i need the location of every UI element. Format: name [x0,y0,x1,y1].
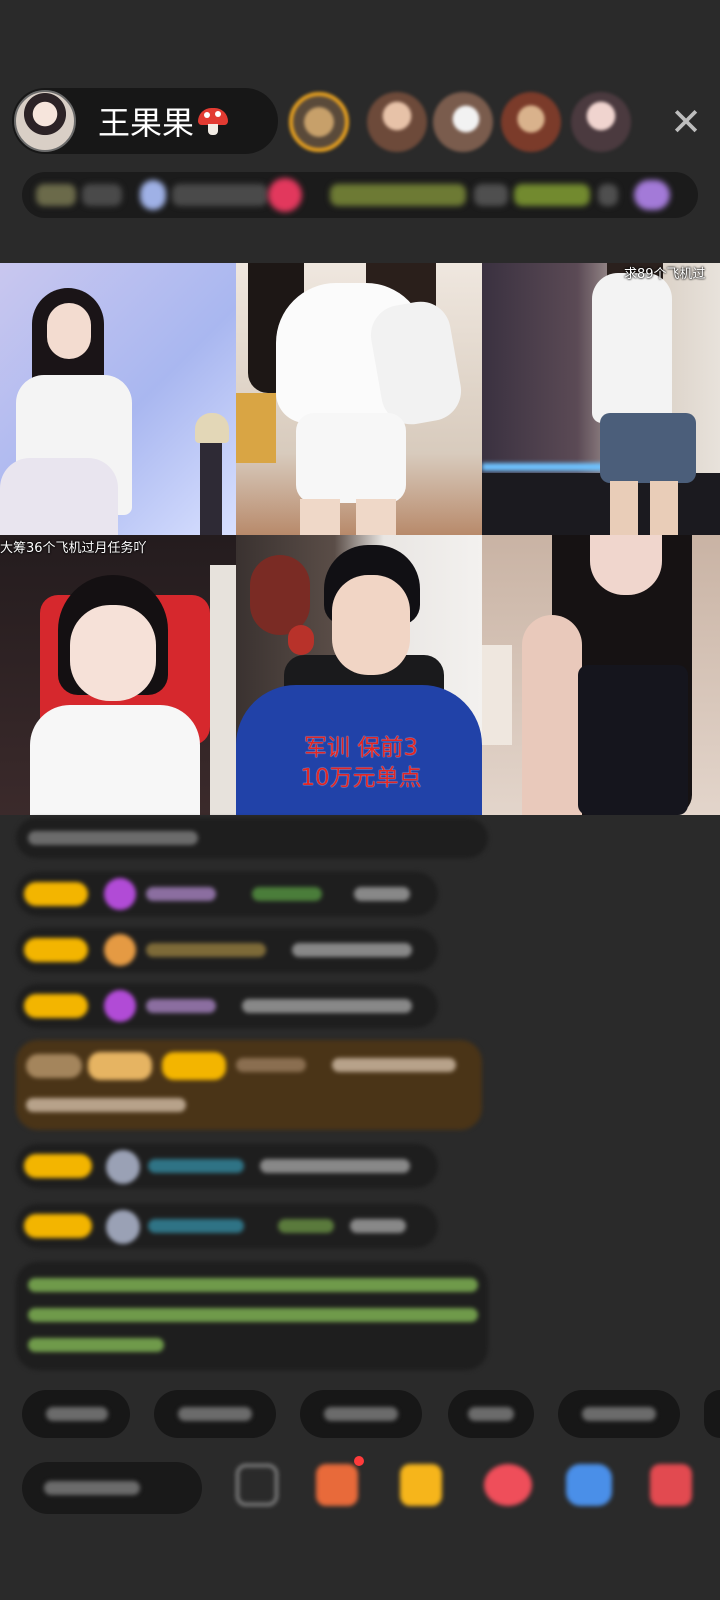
host-info-pill[interactable]: 王果果 [12,88,278,154]
stream-tile-1[interactable] [0,263,236,535]
chat-message [16,1204,438,1248]
quick-action-button-4[interactable] [448,1390,534,1438]
stream-info-bar[interactable] [22,172,698,218]
chat-message [16,1040,482,1130]
multi-stream-grid: 求89个飞机过 大筹36个飞机过月任务吖 军训 保前3 10万元单点 [0,263,720,815]
quick-action-button-1[interactable] [22,1390,130,1438]
chat-input[interactable] [22,1462,202,1514]
system-notice [16,1262,488,1370]
stream-tile-3-caption: 求89个飞机过 [624,267,706,282]
viewer-avatar-1[interactable] [289,92,349,152]
game-icon[interactable] [566,1464,612,1506]
stream-tile-5[interactable]: 军训 保前3 10万元单点 [236,535,482,815]
close-icon[interactable]: ✕ [664,100,708,144]
gift-box-icon[interactable] [316,1464,358,1506]
host-avatar[interactable] [14,90,76,152]
viewer-avatar-4[interactable] [501,92,561,152]
stream-tile-2[interactable] [236,263,482,535]
overlay-line-1: 军训 保前3 [304,735,418,761]
host-name: 王果果 [98,104,195,142]
gift-icon[interactable] [650,1464,692,1506]
viewer-avatar-2[interactable] [367,92,427,152]
chat-message [16,1144,438,1188]
quick-action-button-5[interactable] [558,1390,680,1438]
chat-message [16,872,438,916]
stream-tile-4-caption: 大筹36个飞机过月任务吖 [0,541,147,556]
red-envelope-icon[interactable] [484,1464,532,1506]
stream-tile-4[interactable]: 大筹36个飞机过月任务吖 [0,535,236,815]
viewer-avatar-5[interactable] [571,92,631,152]
more-icon[interactable] [236,1464,278,1506]
stream-tile-3[interactable]: 求89个飞机过 [482,263,720,535]
stream-tile-5-overlay: 军训 保前3 10万元单点 [286,733,436,793]
chat-message [16,984,438,1028]
quick-action-button-2[interactable] [154,1390,276,1438]
notification-dot-icon [354,1456,364,1466]
chat-message [16,928,438,972]
chat-message [16,818,488,858]
quick-action-button-6[interactable] [704,1390,720,1438]
stream-tile-6[interactable] [482,535,720,815]
mushroom-icon [198,106,229,136]
viewer-avatar-3[interactable] [433,92,493,152]
quick-action-button-3[interactable] [300,1390,422,1438]
fans-club-icon[interactable] [400,1464,442,1506]
overlay-line-2: 10万元单点 [300,765,422,791]
